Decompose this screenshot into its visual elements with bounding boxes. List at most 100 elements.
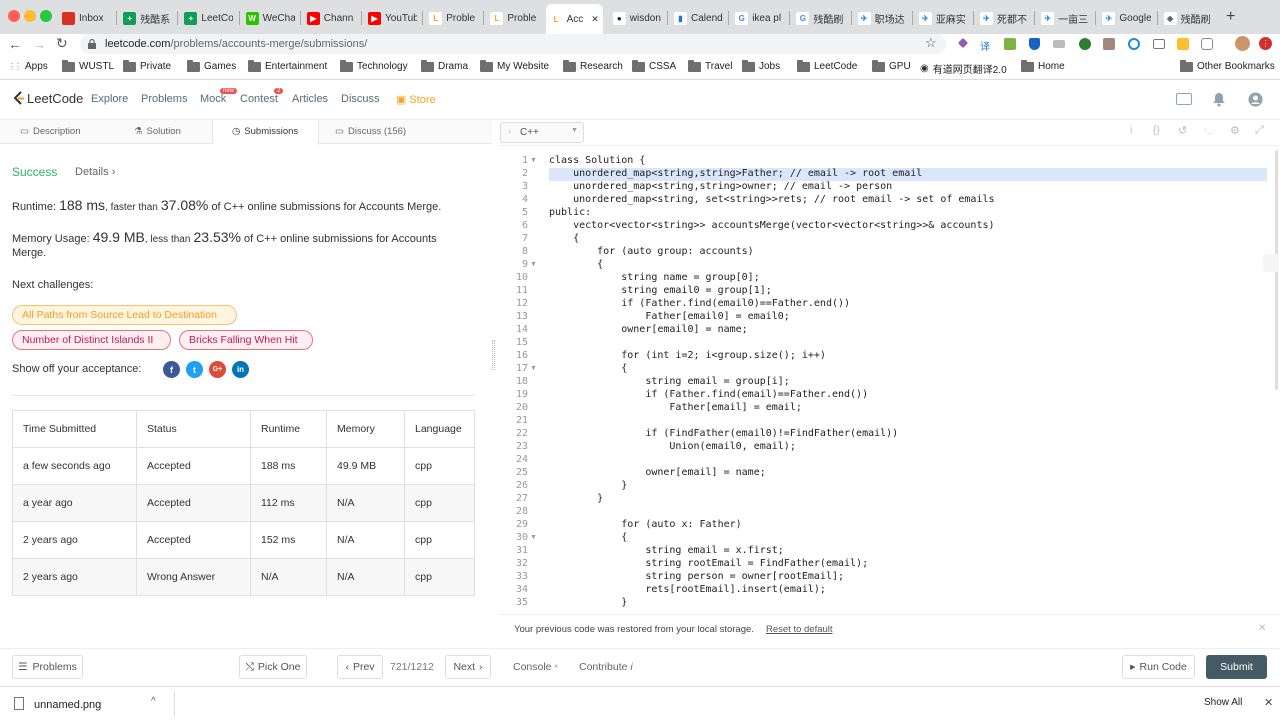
bookmark-star-icon[interactable]: ☆ bbox=[925, 35, 937, 51]
maximize-window-button[interactable] bbox=[40, 10, 52, 22]
bookmark-other-bookmarks[interactable]: Other Bookmarks bbox=[1180, 59, 1275, 72]
details-link[interactable]: Details › bbox=[75, 166, 115, 178]
challenge-chip-hard[interactable]: Number of Distinct Islands II bbox=[12, 330, 171, 350]
google-plus-icon[interactable]: G+ bbox=[209, 361, 226, 378]
browser-tab[interactable]: + LeetCo bbox=[180, 6, 233, 30]
facebook-icon[interactable]: f bbox=[163, 361, 180, 378]
address-bar[interactable]: leetcode.com/problems/accounts-merge/sub… bbox=[80, 34, 946, 54]
back-icon[interactable]: ← bbox=[8, 36, 22, 52]
circle-extension-icon[interactable] bbox=[1128, 38, 1140, 50]
bookmark-travel[interactable]: Travel bbox=[688, 59, 732, 72]
browser-tab[interactable]: + 残酷系 bbox=[119, 6, 172, 30]
status-link[interactable]: Accepted bbox=[136, 484, 251, 522]
bookmark-games[interactable]: Games bbox=[187, 59, 236, 72]
prev-button[interactable]: ‹ Prev bbox=[337, 655, 383, 679]
browser-tab[interactable]: L Acc ✕ bbox=[545, 4, 603, 34]
shield-extension-icon[interactable] bbox=[1029, 38, 1040, 50]
window-extension-icon[interactable] bbox=[1153, 39, 1165, 49]
close-notice-icon[interactable]: ✕ bbox=[1258, 623, 1266, 634]
fold-arrow-icon[interactable]: ▼ bbox=[530, 157, 537, 164]
bell-icon[interactable] bbox=[1212, 92, 1226, 110]
translate-extension-icon[interactable]: 译 bbox=[980, 38, 992, 53]
browser-tab[interactable]: Gikea pl bbox=[731, 6, 784, 30]
bookmark-research[interactable]: Research bbox=[563, 59, 623, 72]
screen-extension-icon[interactable] bbox=[1053, 40, 1065, 48]
status-link[interactable]: Accepted bbox=[136, 521, 251, 559]
pick-one-button[interactable]: ⤭ Pick One bbox=[239, 655, 307, 679]
bookmark-leetcode[interactable]: LeetCode bbox=[797, 59, 857, 72]
tab-submissions[interactable]: ◷ Submissions bbox=[232, 126, 298, 137]
download-filename[interactable]: unnamed.png bbox=[34, 699, 101, 711]
bookmark-home[interactable]: Home bbox=[1021, 59, 1065, 72]
nav-problems[interactable]: Problems bbox=[141, 93, 187, 105]
profile-avatar[interactable] bbox=[1235, 36, 1250, 51]
terminal-icon[interactable]: ›_ bbox=[1204, 124, 1213, 135]
close-download-bar-icon[interactable]: ✕ bbox=[1264, 696, 1273, 709]
bookmark-wustl[interactable]: WUSTL bbox=[62, 59, 114, 72]
challenge-chip-medium[interactable]: All Paths from Source Lead to Destinatio… bbox=[12, 305, 237, 325]
reset-to-default-link[interactable]: Reset to default bbox=[766, 624, 833, 635]
tab-discuss[interactable]: ▭ Discuss (156) bbox=[335, 126, 406, 137]
next-button[interactable]: Next › bbox=[445, 655, 491, 679]
browser-tab[interactable]: ✈ 一亩三 bbox=[1037, 6, 1090, 30]
bookmark-private[interactable]: Private bbox=[123, 59, 171, 72]
console-toggle[interactable]: Console ^ bbox=[513, 661, 558, 673]
bookmark-cssa[interactable]: CSSA bbox=[632, 59, 676, 72]
tab-solution[interactable]: ⚗ Solution bbox=[134, 126, 181, 137]
challenge-chip-hard-2[interactable]: Bricks Falling When Hit bbox=[179, 330, 313, 350]
reload-icon[interactable]: ↻ bbox=[56, 35, 68, 52]
info-icon[interactable]: i bbox=[1130, 125, 1132, 136]
code-editor[interactable]: › C++ ▼ i {} ↺ ›_ ⚙ ⤢ 1 ▼ class Solution {… bbox=[498, 120, 1280, 614]
close-window-button[interactable] bbox=[8, 10, 20, 22]
tab-description[interactable]: ▭ Description bbox=[20, 126, 81, 137]
browser-tab[interactable]: ▮ Calend bbox=[670, 6, 723, 30]
nav-explore[interactable]: Explore bbox=[91, 93, 128, 105]
submit-button[interactable]: Submit bbox=[1206, 655, 1267, 679]
browser-tab[interactable]: ✈ 死都不 bbox=[976, 6, 1029, 30]
fold-arrow-icon[interactable]: ▼ bbox=[530, 261, 537, 268]
linkedin-icon[interactable]: in bbox=[232, 361, 249, 378]
settings-icon[interactable]: ⚙ bbox=[1230, 124, 1240, 137]
fullscreen-icon[interactable]: ⤢ bbox=[1255, 124, 1264, 137]
status-link[interactable]: Wrong Answer bbox=[136, 558, 251, 596]
problems-list-button[interactable]: ☰ Problems bbox=[12, 655, 83, 679]
contribute-link[interactable]: Contribute i bbox=[579, 661, 633, 673]
bookmark-my-website[interactable]: My Website bbox=[480, 59, 549, 72]
fold-arrow-icon[interactable]: ▼ bbox=[530, 534, 537, 541]
show-all-button[interactable]: Show All bbox=[1204, 697, 1242, 708]
pen-extension-icon[interactable] bbox=[957, 37, 969, 49]
side-panel-toggle[interactable] bbox=[1263, 254, 1279, 272]
nav-mock[interactable]: Mock bbox=[200, 93, 226, 105]
browser-tab[interactable]: ● wisdon bbox=[609, 6, 662, 30]
browser-tab[interactable]: L Proble bbox=[425, 6, 478, 30]
user-avatar-icon[interactable] bbox=[1248, 92, 1263, 110]
nav-articles[interactable]: Articles bbox=[292, 93, 328, 105]
browser-tab[interactable]: W WeCha bbox=[242, 6, 295, 30]
browser-tab[interactable]: ✈ Google bbox=[1098, 6, 1151, 30]
nav-store[interactable]: ▣ Store bbox=[396, 93, 436, 107]
minimize-window-button[interactable] bbox=[24, 10, 36, 22]
run-code-button[interactable]: ▶ Run Code bbox=[1122, 655, 1195, 679]
panel-resize-handle[interactable] bbox=[492, 340, 495, 370]
bookmark-apps[interactable]: ⋮⋮ Apps bbox=[8, 61, 48, 72]
bookmark-entertainment[interactable]: Entertainment bbox=[248, 59, 327, 72]
bookmark-jobs[interactable]: Jobs bbox=[742, 59, 780, 72]
leetcode-logo[interactable]: LeetCode bbox=[12, 91, 83, 106]
reset-icon[interactable]: ↺ bbox=[1178, 124, 1187, 137]
bookmark-gpu[interactable]: GPU bbox=[872, 59, 911, 72]
braces-icon[interactable]: {} bbox=[1153, 125, 1160, 136]
playground-icon[interactable] bbox=[1176, 93, 1192, 105]
update-menu-icon[interactable]: ⋮ bbox=[1259, 37, 1272, 50]
nav-contest[interactable]: Contest bbox=[240, 93, 278, 105]
bookmark-2-0[interactable]: ◉ 有道网页翻译2.0 bbox=[920, 61, 1007, 76]
browser-tab[interactable]: ▶ YouTub bbox=[364, 6, 417, 30]
bookmark-drama[interactable]: Drama bbox=[421, 59, 468, 72]
browser-tab[interactable]: ◆ 残酷刷 bbox=[1160, 6, 1213, 30]
download-chevron-icon[interactable]: ^ bbox=[151, 696, 156, 707]
browser-tab[interactable]: ✈ 亚麻实 bbox=[915, 6, 968, 30]
new-tab-icon[interactable]: + bbox=[1226, 8, 1235, 26]
language-select[interactable]: › C++ ▼ bbox=[500, 122, 584, 143]
browser-tab[interactable]: L Proble bbox=[486, 6, 539, 30]
book-extension-icon[interactable] bbox=[1103, 38, 1115, 50]
green-extension-icon[interactable] bbox=[1079, 38, 1091, 50]
